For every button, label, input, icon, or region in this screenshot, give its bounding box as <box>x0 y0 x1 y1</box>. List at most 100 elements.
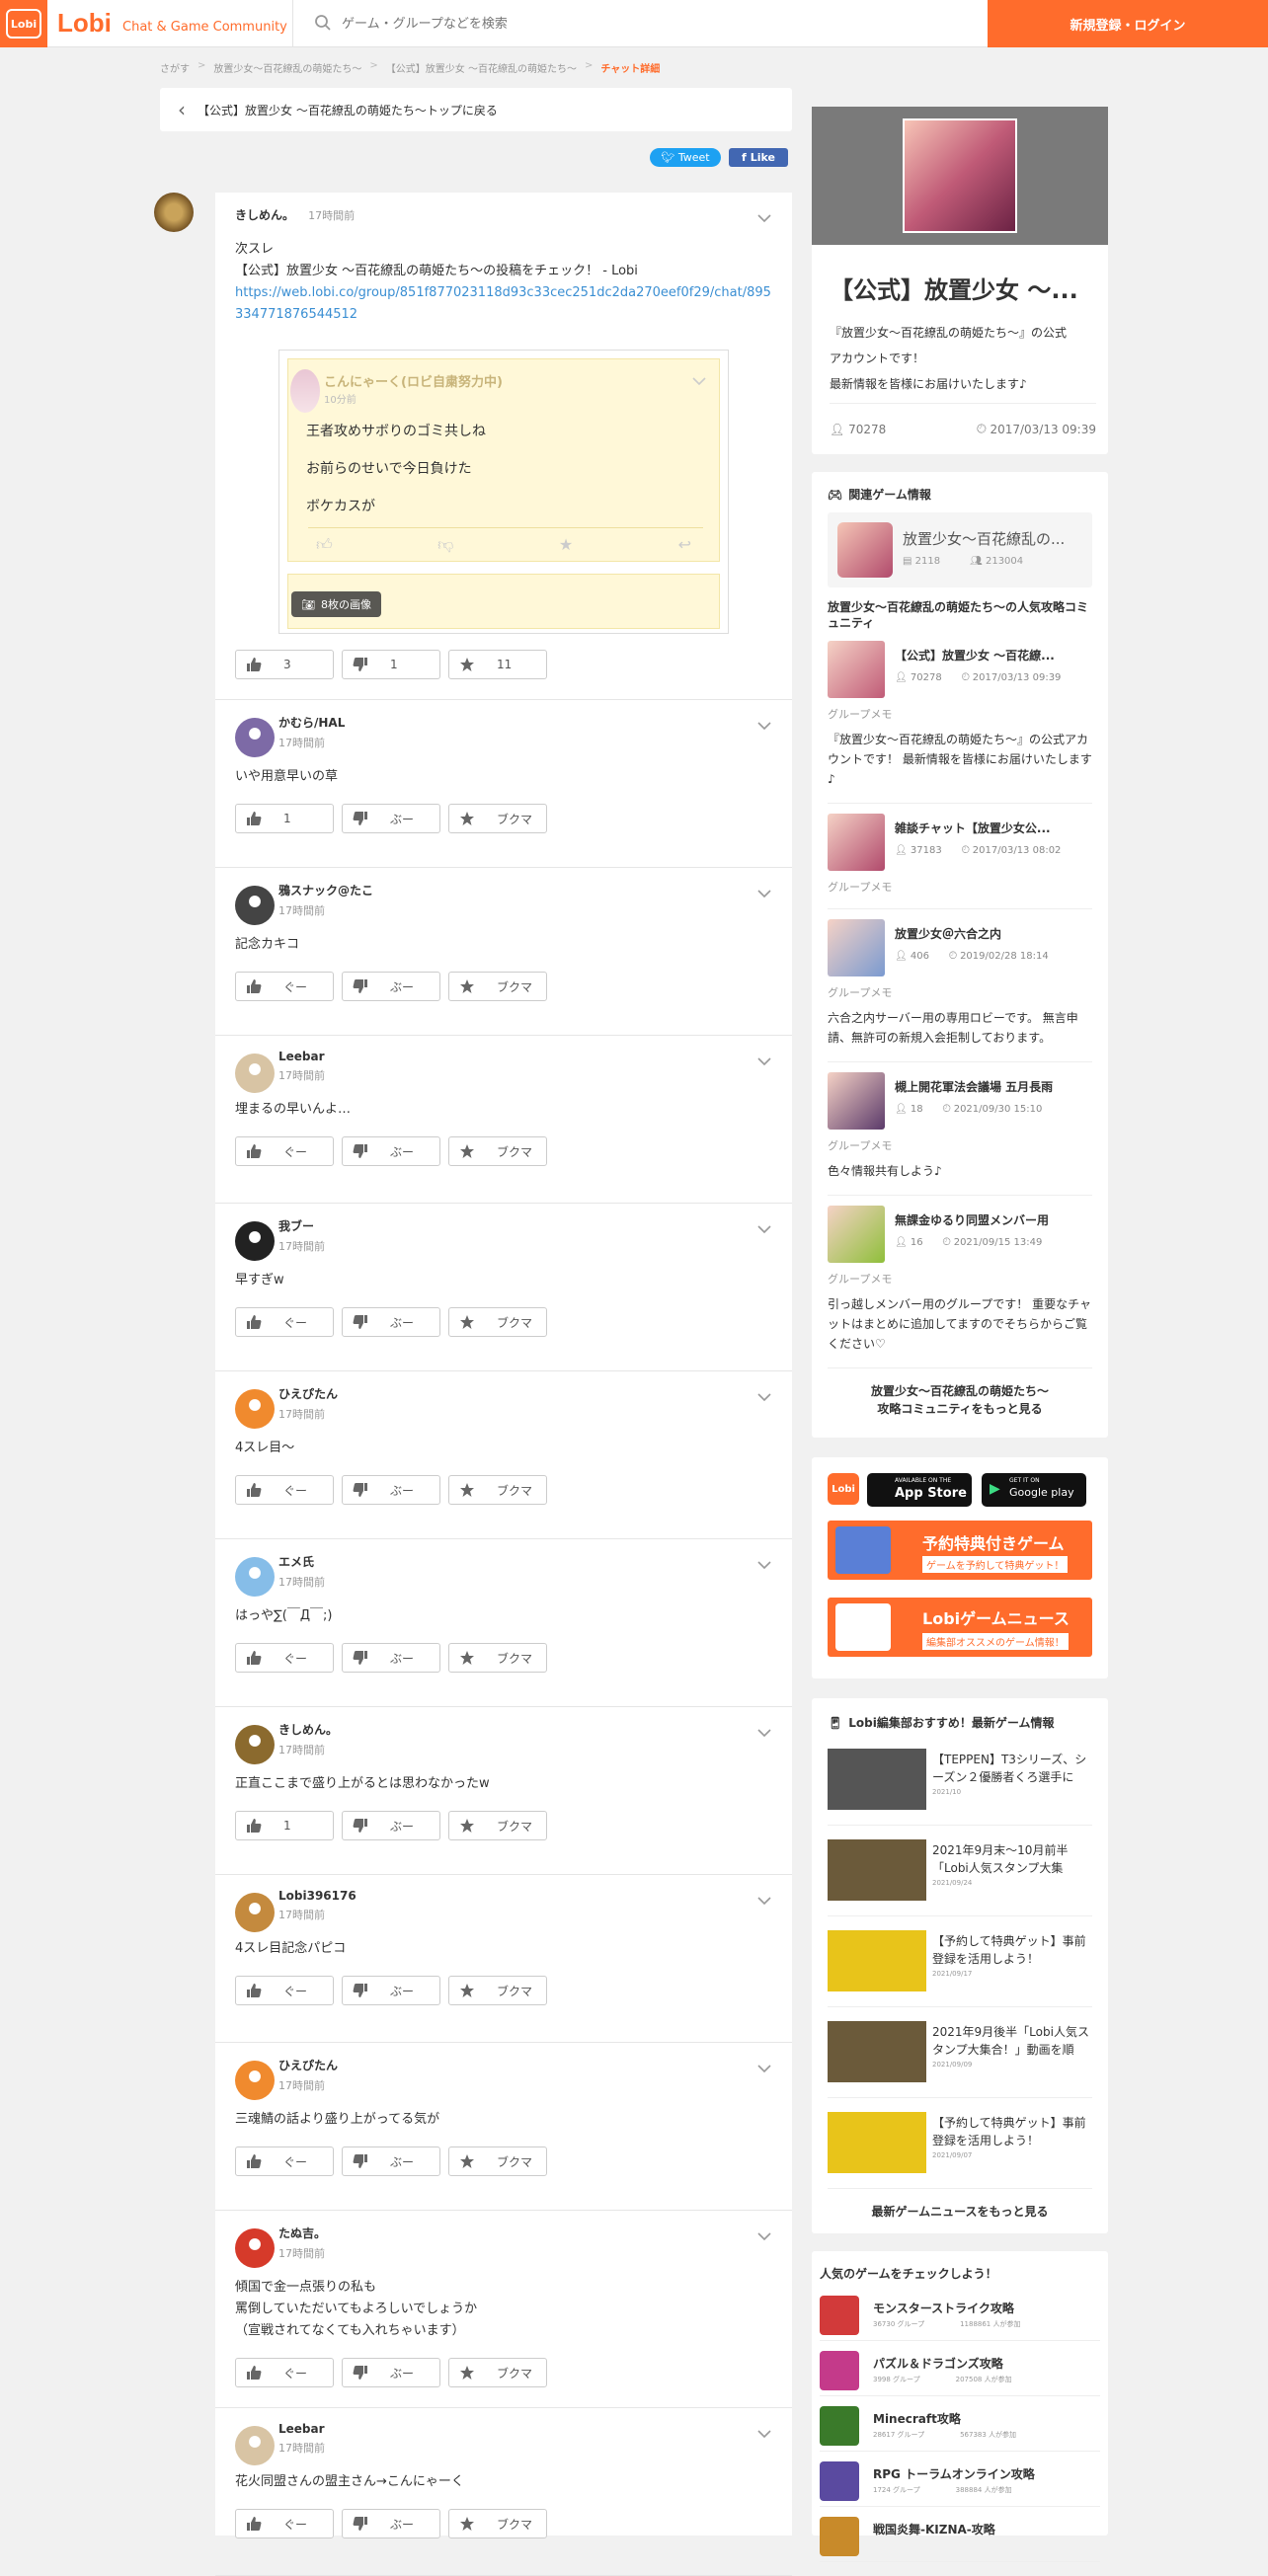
news-item[interactable]: 【TEPPEN】T3シリーズ、シーズン２優勝者くろ選手に 2021/10 <box>828 1735 1092 1826</box>
post-author[interactable]: Lobi396176 <box>278 1889 772 1903</box>
popular-game-item[interactable]: RPG トーラムオンライン攻略 1724 グループ 388884 人が参加 <box>820 2452 1100 2507</box>
bookmark-button[interactable]: ブクマ <box>448 1976 547 2005</box>
community-item[interactable]: 放置少女＠六合之内 👤︎ 406 🕘︎ 2019/02/28 18:14 グループ… <box>828 909 1092 1062</box>
avatar[interactable] <box>235 2426 275 2465</box>
logo-wordmark[interactable]: Lobi <box>57 8 112 39</box>
chevron-down-icon[interactable] <box>756 212 772 224</box>
chevron-down-icon[interactable] <box>756 2063 772 2074</box>
post-author[interactable]: たぬ吉。 <box>278 2225 772 2241</box>
chevron-down-icon[interactable] <box>756 1559 772 1571</box>
lobi-app-icon[interactable]: Lobi <box>828 1473 859 1505</box>
boo-button[interactable]: ぶー <box>342 1136 440 1166</box>
news-item[interactable]: 【予約して特典ゲット】事前登録を活用しよう！ 2021/09/17 <box>828 1916 1092 2007</box>
community-item[interactable]: 【公式】放置少女 〜百花繚... 👤︎ 70278 🕘︎ 2017/03/13 0… <box>828 631 1092 804</box>
facebook-like-button[interactable]: f Like <box>729 148 788 167</box>
boo-button[interactable]: ぶー <box>342 804 440 833</box>
chevron-down-icon[interactable] <box>756 1055 772 1067</box>
boo-button[interactable]: ぶー <box>342 1307 440 1337</box>
boo-button[interactable]: ぶー <box>342 1811 440 1840</box>
avatar[interactable] <box>154 193 194 232</box>
bookmark-button[interactable]: ブクマ <box>448 2358 547 2387</box>
avatar[interactable] <box>235 2061 275 2100</box>
bookmark-button[interactable]: ブクマ <box>448 2147 547 2176</box>
bookmark-button[interactable]: ブクマ <box>448 1475 547 1505</box>
post-author[interactable]: エメ氏 <box>278 1553 772 1570</box>
chevron-down-icon[interactable] <box>756 888 772 899</box>
popular-game-item[interactable]: Minecraft攻略 28617 グループ 567383 人が参加 <box>820 2396 1100 2452</box>
popular-game-item[interactable]: 戦国炎舞-KIZNA-攻略 <box>820 2507 1100 2562</box>
more-communities-link[interactable]: 放置少女〜百花繚乱の萌姫たち〜 攻略コミュニティをもっと見る <box>812 1368 1108 1432</box>
bookmark-button[interactable]: ブクマ <box>448 1643 547 1673</box>
related-game-item[interactable]: 放置少女〜百花繚乱の... ▤ 2118 👥︎ 213004 <box>828 512 1092 587</box>
good-button[interactable]: ぐー <box>235 1976 334 2005</box>
avatar[interactable] <box>235 1557 275 1597</box>
tweet-button[interactable]: 🐦︎ Tweet <box>650 148 721 167</box>
bookmark-button[interactable]: ブクマ <box>448 804 547 833</box>
post-link[interactable]: https://web.lobi.co/group/851f877023118d… <box>235 285 771 322</box>
avatar[interactable] <box>235 1725 275 1764</box>
community-item[interactable]: 槻上開花軍法会議場 五月長雨 👤︎ 18 🕘︎ 2021/09/30 15:10 … <box>828 1062 1092 1196</box>
bookmark-button[interactable]: ブクマ <box>448 2509 547 2538</box>
group-title[interactable]: 【公式】放置少女 〜... <box>830 271 1096 305</box>
game-news-banner[interactable]: Lobiゲームニュース 編集部オススメのゲーム情報！ <box>828 1598 1092 1657</box>
good-button[interactable]: 1 <box>235 1811 334 1840</box>
post-author[interactable]: かむら/HAL <box>278 714 772 731</box>
bookmark-button[interactable]: 11 <box>448 650 547 679</box>
chevron-down-icon[interactable] <box>756 2230 772 2242</box>
boo-button[interactable]: ぶー <box>342 2358 440 2387</box>
post-author[interactable]: きしめん。 <box>278 1721 772 1738</box>
post-author[interactable]: Leebar <box>278 1050 772 1063</box>
signup-login-button[interactable]: 新規登録・ログイン <box>988 0 1268 47</box>
good-button[interactable]: ぐー <box>235 1475 334 1505</box>
google-play-button[interactable]: ▶ GET IT ON Google play <box>982 1473 1086 1507</box>
breadcrumb-item[interactable]: 【公式】放置少女 〜百花繚乱の萌姫たち〜 <box>386 60 577 75</box>
chevron-down-icon[interactable] <box>756 720 772 732</box>
good-button[interactable]: ぐー <box>235 2509 334 2538</box>
avatar[interactable] <box>235 2228 275 2268</box>
post-author[interactable]: Leebar <box>278 2422 772 2436</box>
bookmark-button[interactable]: ブクマ <box>448 1136 547 1166</box>
breadcrumb-item[interactable]: 放置少女〜百花繚乱の萌姫たち〜 <box>213 60 361 75</box>
app-store-button[interactable]: AVAILABLE ON THE App Store <box>867 1473 972 1507</box>
lobi-logo[interactable]: Lobi <box>0 0 47 47</box>
embedded-chat-preview[interactable]: こんにゃーく(ロビ自粛努力中) 10分前 王者攻めサボりのゴミ共しね お前らのせ… <box>278 350 729 634</box>
news-item[interactable]: 【予約して特典ゲット】事前登録を活用しよう！ 2021/09/07 <box>828 2098 1092 2189</box>
good-button[interactable]: ぐー <box>235 972 334 1001</box>
boo-button[interactable]: ぶー <box>342 2147 440 2176</box>
boo-button[interactable]: 1 <box>342 650 440 679</box>
preorder-banner[interactable]: 予約特典付きゲーム ゲームを予約して特典ゲット！ <box>828 1521 1092 1580</box>
bookmark-button[interactable]: ブクマ <box>448 1811 547 1840</box>
bookmark-button[interactable]: ブクマ <box>448 972 547 1001</box>
more-news-link[interactable]: 最新ゲームニュースをもっと見る <box>812 2189 1108 2234</box>
chevron-down-icon[interactable] <box>756 1391 772 1403</box>
avatar[interactable] <box>235 1893 275 1932</box>
boo-button[interactable]: ぶー <box>342 972 440 1001</box>
group-icon[interactable] <box>903 118 1017 233</box>
good-button[interactable]: ぐー <box>235 2358 334 2387</box>
good-button[interactable]: 3 <box>235 650 334 679</box>
post-author[interactable]: 鴉スナック@たこ <box>278 882 772 898</box>
chevron-down-icon[interactable] <box>756 1223 772 1235</box>
post-author[interactable]: きしめん。 <box>235 208 294 222</box>
post-author[interactable]: 我ブー <box>278 1217 772 1234</box>
good-button[interactable]: ぐー <box>235 2147 334 2176</box>
avatar[interactable] <box>235 1389 275 1429</box>
boo-button[interactable]: ぶー <box>342 2509 440 2538</box>
avatar[interactable] <box>235 718 275 757</box>
avatar[interactable] <box>235 1221 275 1261</box>
post-author[interactable]: ひえぴたん <box>278 1385 772 1402</box>
chevron-down-icon[interactable] <box>756 1895 772 1907</box>
community-item[interactable]: 雑談チャット【放置少女公... 👤︎ 37183 🕘︎ 2017/03/13 08… <box>828 804 1092 909</box>
popular-game-item[interactable]: パズル＆ドラゴンズ攻略 3998 グループ 207508 人が参加 <box>820 2341 1100 2396</box>
community-item[interactable]: 無課金ゆるり同盟メンバー用 👤︎ 16 🕘︎ 2021/09/15 13:49 グ… <box>828 1196 1092 1368</box>
good-button[interactable]: 1 <box>235 804 334 833</box>
good-button[interactable]: ぐー <box>235 1307 334 1337</box>
news-item[interactable]: 2021年9月後半「Lobi人気スタンプ大集合！」動画を順 2021/09/09 <box>828 2007 1092 2098</box>
good-button[interactable]: ぐー <box>235 1643 334 1673</box>
bookmark-button[interactable]: ブクマ <box>448 1307 547 1337</box>
popular-game-item[interactable]: モンスターストライク攻略 36730 グループ 1188861 人が参加 <box>820 2286 1100 2341</box>
good-button[interactable]: ぐー <box>235 1136 334 1166</box>
avatar[interactable] <box>235 1054 275 1093</box>
chevron-down-icon[interactable] <box>756 2428 772 2440</box>
post-author[interactable]: ひえぴたん <box>278 2057 772 2073</box>
